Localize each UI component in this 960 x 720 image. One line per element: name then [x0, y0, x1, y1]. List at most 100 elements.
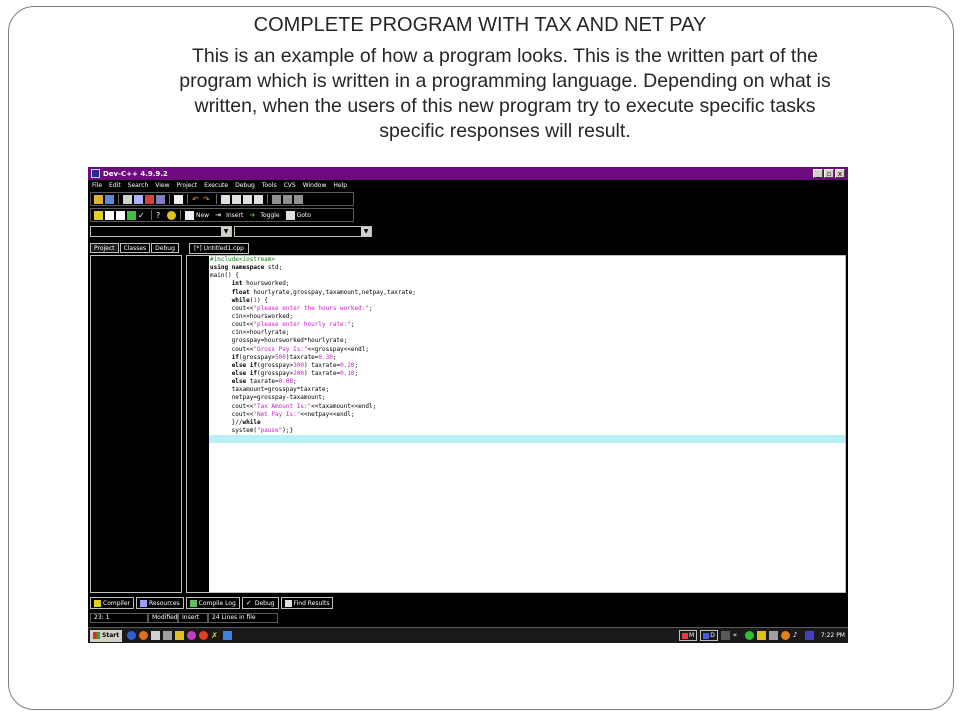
code-line[interactable]: cout<<"Tax Amount Is:"<<taxamount<<endl;: [209, 403, 845, 411]
volume-icon[interactable]: ♪: [793, 631, 802, 640]
new-button[interactable]: New: [196, 212, 209, 219]
code-line[interactable]: int hoursworked;: [209, 280, 845, 288]
code-line[interactable]: cout<<"please enter the hours worked:";: [209, 305, 845, 313]
code-line[interactable]: cout<<"Net Pay Is:"<<netpay<<endl;: [209, 411, 845, 419]
code-area[interactable]: #include<iostream> using namespace std; ma…: [209, 256, 845, 592]
tray-lang-icon[interactable]: [804, 631, 814, 640]
task-d[interactable]: D: [700, 630, 718, 641]
bookmark-icon[interactable]: [294, 194, 303, 204]
menu-debug[interactable]: Debug: [235, 182, 255, 189]
class-combo[interactable]: ▼: [90, 226, 232, 237]
tray-network-icon[interactable]: [744, 631, 754, 640]
code-line[interactable]: }//while: [209, 419, 845, 427]
print-preview-icon[interactable]: [174, 194, 183, 204]
redo-icon[interactable]: ↷: [203, 195, 212, 204]
tab-debug[interactable]: Debug: [151, 243, 179, 253]
rebuild-icon[interactable]: [127, 210, 136, 220]
code-line[interactable]: [209, 435, 845, 444]
code-line[interactable]: netpay=grosspay-taxamount;: [209, 394, 845, 402]
find-next-icon[interactable]: [243, 194, 252, 204]
menu-tools[interactable]: Tools: [262, 182, 277, 189]
menu-help[interactable]: Help: [333, 182, 347, 189]
code-line[interactable]: cin>>hourlyrate;: [209, 329, 845, 337]
tab-compile-log[interactable]: Compile Log: [185, 597, 240, 609]
code-line[interactable]: system("pause");}: [209, 427, 845, 435]
find-icon[interactable]: [221, 194, 230, 204]
toggle-button[interactable]: Toggle: [260, 212, 279, 219]
tray-update-icon[interactable]: [780, 631, 790, 640]
compile-run-icon[interactable]: [116, 210, 125, 220]
code-line[interactable]: main() {: [209, 272, 845, 280]
desktop-icon[interactable]: [151, 631, 161, 640]
tab-find-results[interactable]: Find Results: [280, 597, 334, 609]
code-line[interactable]: if(grosspay>500)taxrate=0.30;: [209, 354, 845, 362]
menu-project[interactable]: Project: [177, 182, 198, 189]
chevron-down-icon[interactable]: ▼: [221, 227, 231, 236]
tab-bottom-debug[interactable]: ✓ Debug: [241, 597, 279, 609]
goto-line-icon[interactable]: [254, 194, 263, 204]
app-icon[interactable]: [199, 631, 209, 640]
close-button[interactable]: x: [835, 169, 845, 178]
maximize-button[interactable]: ▫: [824, 169, 834, 178]
explorer-icon[interactable]: [163, 631, 173, 640]
member-combo[interactable]: ▼: [234, 226, 372, 237]
save-icon[interactable]: [123, 194, 132, 204]
tray-monitor-icon[interactable]: [768, 631, 778, 640]
menu-window[interactable]: Window: [303, 182, 327, 189]
menu-cvs[interactable]: CVS: [284, 182, 296, 189]
chevron-down-icon[interactable]: ▼: [361, 227, 371, 236]
code-line[interactable]: cout<<"please enter hourly rate:";: [209, 321, 845, 329]
insert-button[interactable]: Insert: [226, 212, 243, 219]
window-titlebar[interactable]: Dev-C++ 4.9.9.2 _ ▫ x: [88, 167, 848, 180]
save-all-icon[interactable]: [134, 194, 143, 204]
devcpp-task-icon[interactable]: [223, 631, 233, 640]
check-icon[interactable]: ✓: [138, 211, 147, 220]
tab-compiler[interactable]: Compiler: [90, 597, 135, 609]
goto-button[interactable]: Goto: [297, 212, 311, 219]
code-line[interactable]: cout<<"Gross Pay Is:"<<grosspay<<endl;: [209, 346, 845, 354]
firefox-icon[interactable]: [139, 631, 149, 640]
task-m[interactable]: M: [679, 630, 698, 641]
code-line[interactable]: else taxrate=0.08;: [209, 378, 845, 386]
file-tab-untitled1[interactable]: [*] Untitled1.cpp: [189, 243, 249, 254]
start-button[interactable]: Start: [90, 629, 123, 642]
tray-security-icon[interactable]: [756, 631, 766, 640]
code-line[interactable]: taxamount=grosspay*taxrate;: [209, 386, 845, 394]
help-icon[interactable]: ?: [156, 211, 165, 220]
menu-execute[interactable]: Execute: [204, 182, 228, 189]
minimize-button[interactable]: _: [813, 169, 823, 178]
code-line[interactable]: cin>>hoursworked;: [209, 313, 845, 321]
new-project-icon[interactable]: [94, 194, 103, 204]
print-icon[interactable]: [156, 194, 165, 204]
media-icon[interactable]: [187, 631, 197, 640]
menu-search[interactable]: Search: [128, 182, 149, 189]
compile-icon[interactable]: [94, 210, 103, 220]
back-icon[interactable]: [272, 194, 281, 204]
code-line[interactable]: float hourlyrate,grosspay,taxamount,netp…: [209, 289, 845, 297]
about-icon[interactable]: [167, 210, 176, 220]
ie-icon[interactable]: [127, 631, 137, 640]
tab-resources[interactable]: Resources: [136, 597, 184, 609]
code-line[interactable]: else if(grosspay>300) taxrate=0.20;: [209, 362, 845, 370]
close-file-icon[interactable]: [145, 194, 154, 204]
run-icon[interactable]: [105, 210, 114, 220]
replace-icon[interactable]: [232, 194, 241, 204]
menu-file[interactable]: File: [92, 182, 102, 189]
code-line[interactable]: else if(grosspay>200) taxrate=0.10;: [209, 370, 845, 378]
folder-icon[interactable]: [175, 631, 185, 640]
tray-expand-icon[interactable]: «: [733, 631, 742, 640]
tray-scroll-icon[interactable]: [720, 631, 730, 640]
forward-icon[interactable]: [283, 194, 292, 204]
code-line[interactable]: grosspay=hoursworked*hourlyrate;: [209, 337, 845, 345]
code-line[interactable]: using namespace std;: [209, 264, 845, 272]
menu-edit[interactable]: Edit: [109, 182, 121, 189]
code-line[interactable]: while(1) {: [209, 297, 845, 305]
code-line[interactable]: #include<iostream>: [209, 256, 845, 264]
undo-icon[interactable]: ↶: [192, 195, 201, 204]
code-editor[interactable]: #include<iostream> using namespace std; ma…: [186, 255, 846, 593]
tab-project[interactable]: Project: [90, 243, 119, 253]
open-icon[interactable]: [105, 194, 114, 204]
menu-view[interactable]: View: [155, 182, 169, 189]
tab-classes[interactable]: Classes: [119, 243, 151, 253]
tool-icon[interactable]: ✗: [211, 631, 220, 640]
